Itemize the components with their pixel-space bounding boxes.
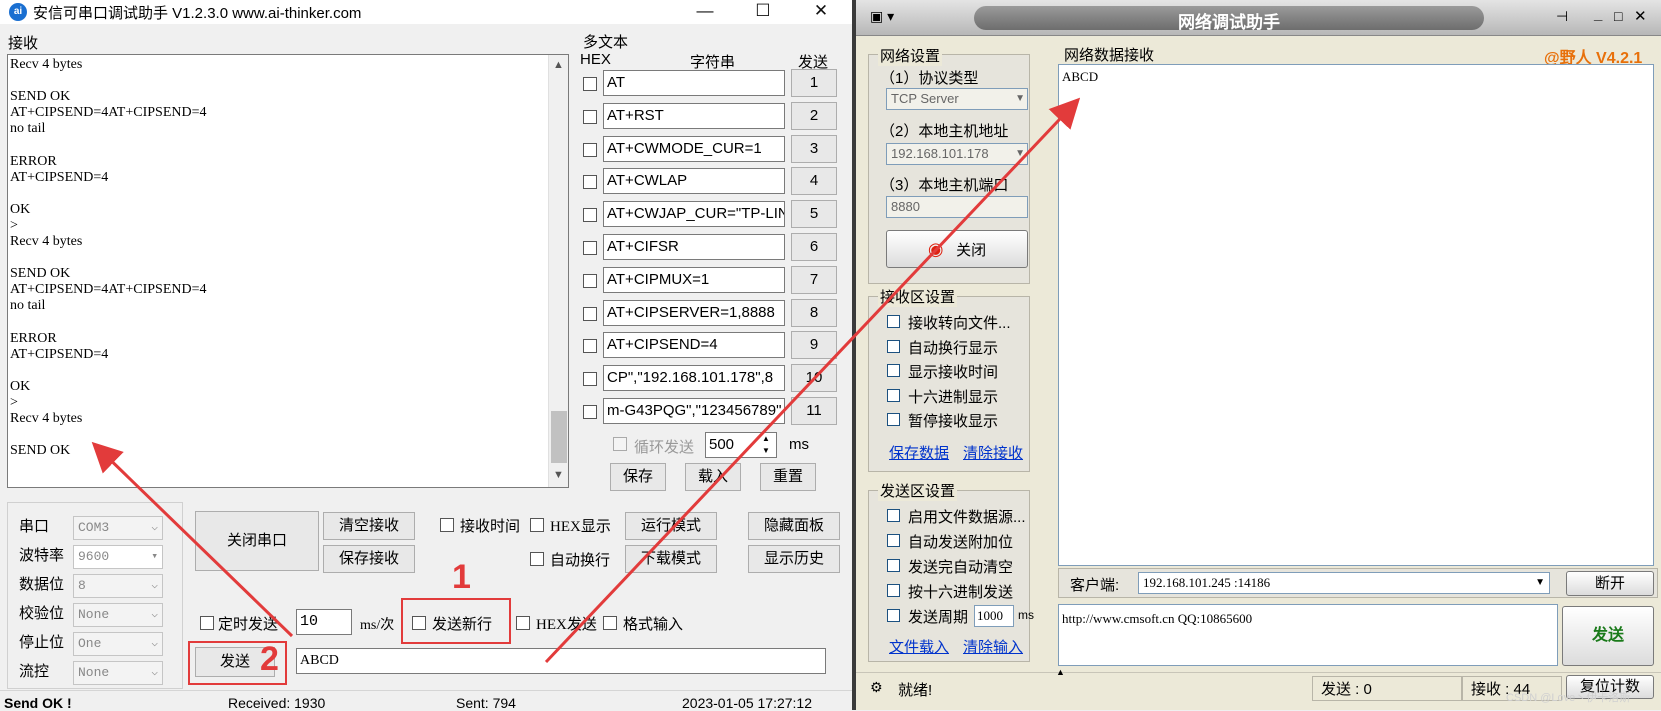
arrow-send-to-network	[544, 97, 1081, 664]
arrow-send-to-receive	[91, 441, 294, 638]
annotation-arrows	[91, 97, 1081, 664]
